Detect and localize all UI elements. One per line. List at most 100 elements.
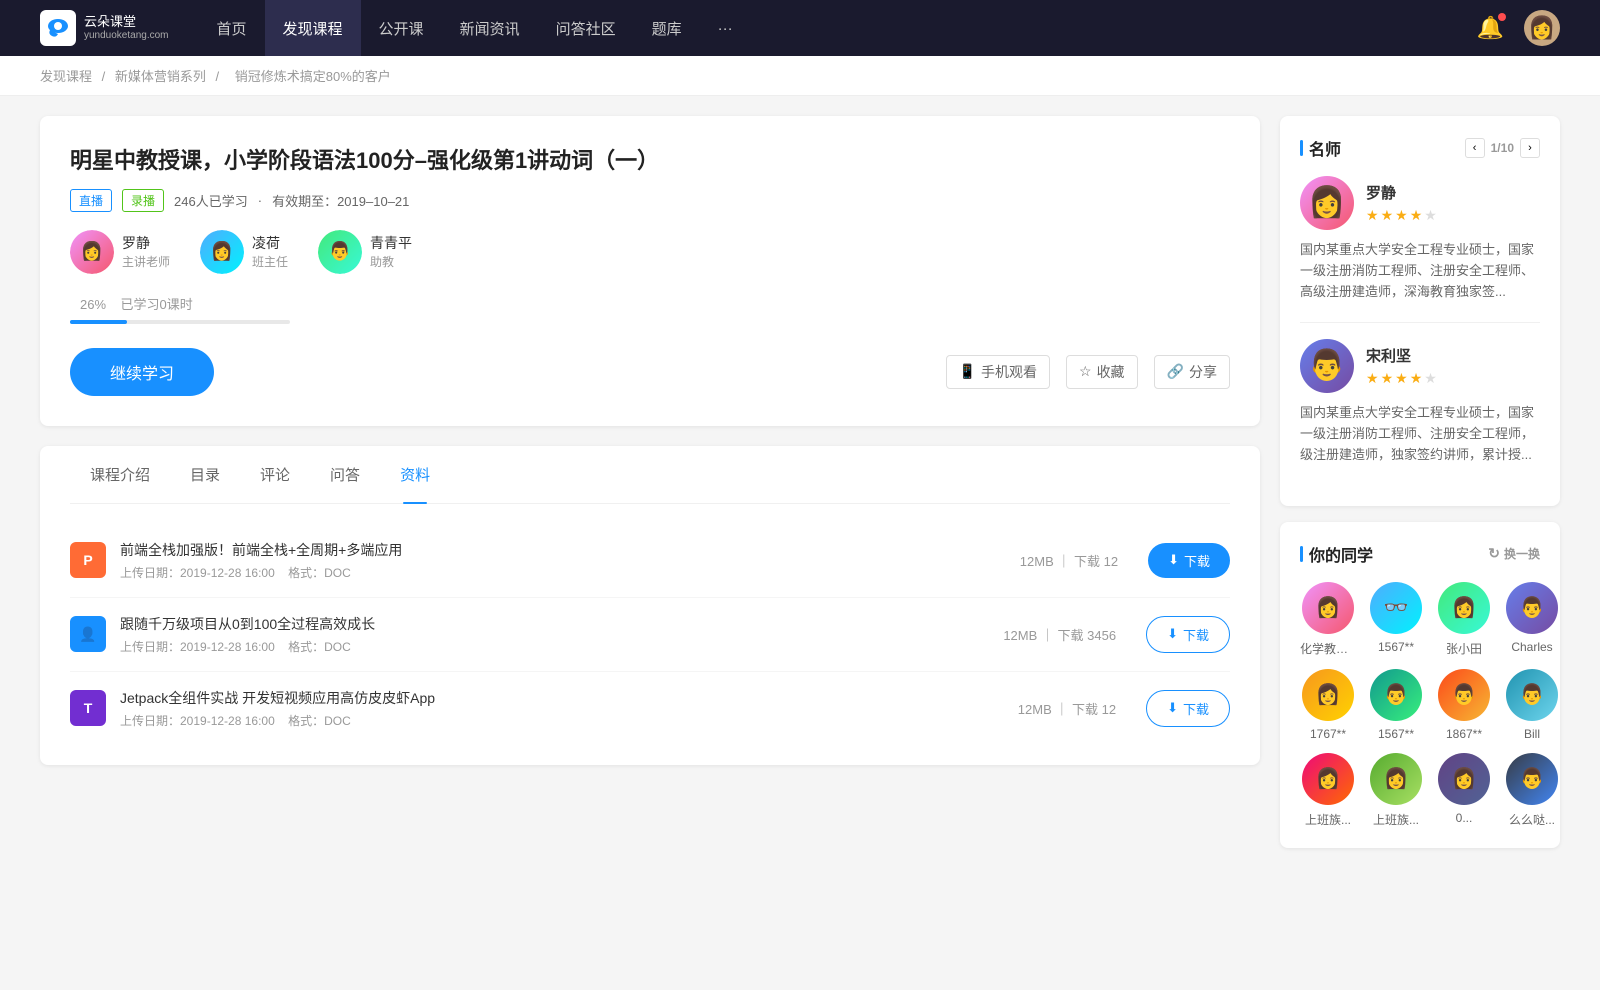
classmate-avatar-8: 👨: [1506, 669, 1558, 721]
teacher-sidebar-2: 👨 宋利坚 ★ ★ ★ ★ ★ 国内某重点大学安全工程专业硕士，国家一级注册消防…: [1300, 339, 1540, 465]
classmate-5: 👩 1767**: [1300, 669, 1356, 741]
teacher-3-name: 青青平: [370, 233, 412, 253]
download-icon-3: ⬇: [1167, 700, 1178, 716]
file-item-3: T Jetpack全组件实战 开发短视频应用高仿皮皮虾App 上传日期：2019…: [70, 672, 1230, 745]
file-icon-3: T: [70, 690, 106, 726]
teacher-3-avatar: 👨: [318, 230, 362, 274]
course-header-card: 明星中教授课，小学阶段语法100分–强化级第1讲动词（一） 直播 录播 246人…: [40, 116, 1260, 426]
file-item-2: 👤 跟随千万级项目从0到100全过程高效成长 上传日期：2019-12-28 1…: [70, 598, 1230, 672]
nav-items: 首页 发现课程 公开课 新闻资讯 问答社区 题库 ···: [199, 0, 1477, 56]
tabs-section: 课程介绍 目录 评论 问答 资料 P 前端全栈加强版！前端全栈+全周期+多端应用…: [40, 446, 1260, 765]
classmate-avatar-2: 👓: [1370, 582, 1422, 634]
classmate-4: 👨 Charles: [1504, 582, 1560, 657]
nav-home[interactable]: 首页: [199, 0, 265, 56]
breadcrumb-discover[interactable]: 发现课程: [40, 69, 92, 84]
classmate-1: 👩 化学教书...: [1300, 582, 1356, 657]
file-info-1: 前端全栈加强版！前端全栈+全周期+多端应用 上传日期：2019-12-28 16…: [120, 540, 990, 581]
nav-more[interactable]: ···: [700, 0, 751, 56]
classmate-avatar-5: 👩: [1302, 669, 1354, 721]
nav-open[interactable]: 公开课: [361, 0, 442, 56]
file-meta-1: 上传日期：2019-12-28 16:00 格式：DOC: [120, 564, 990, 581]
tabs-content: P 前端全栈加强版！前端全栈+全周期+多端应用 上传日期：2019-12-28 …: [70, 504, 1230, 765]
logo-icon: [40, 10, 76, 46]
teacher-2: 👩 凌荷 班主任: [200, 230, 288, 274]
bell-button[interactable]: 🔔: [1477, 15, 1504, 41]
tab-review[interactable]: 评论: [240, 446, 310, 503]
classmate-avatar-7: 👨: [1438, 669, 1490, 721]
classmate-avatar-1: 👩: [1302, 582, 1354, 634]
nav-discover[interactable]: 发现课程: [265, 0, 361, 56]
nav-quiz[interactable]: 题库: [634, 0, 700, 56]
classmate-name-3: 张小田: [1436, 640, 1492, 657]
tab-qa[interactable]: 问答: [310, 446, 380, 503]
progress-label: 26% 已学习0课时: [70, 294, 1230, 314]
badge-record: 录播: [122, 189, 164, 212]
download-button-2[interactable]: ⬇ 下载: [1146, 616, 1230, 653]
classmate-7: 👨 1867**: [1436, 669, 1492, 741]
classmate-avatar-4: 👨: [1506, 582, 1558, 634]
share-button[interactable]: 🔗 分享: [1154, 355, 1230, 389]
classmate-name-11: 0...: [1436, 811, 1492, 825]
logo[interactable]: 云朵课堂 yunduoketang.com: [40, 10, 169, 46]
classmate-name-5: 1767**: [1300, 727, 1356, 741]
classmate-name-12: 么么哒...: [1504, 811, 1560, 828]
download-icon-1: ⬇: [1168, 552, 1179, 568]
nav-news[interactable]: 新闻资讯: [442, 0, 538, 56]
classmate-12: 👨 么么哒...: [1504, 753, 1560, 828]
user-avatar[interactable]: 👩: [1524, 10, 1560, 46]
classmate-name-10: 上班族...: [1368, 811, 1424, 828]
file-item-1: P 前端全栈加强版！前端全栈+全周期+多端应用 上传日期：2019-12-28 …: [70, 524, 1230, 598]
tab-contents[interactable]: 目录: [170, 446, 240, 503]
classmate-name-1: 化学教书...: [1300, 640, 1356, 657]
classmate-10: 👩 上班族...: [1368, 753, 1424, 828]
teacher-sidebar-name-1: 罗静: [1366, 182, 1540, 203]
classmate-name-8: Bill: [1504, 727, 1560, 741]
classmate-2: 👓 1567**: [1368, 582, 1424, 657]
mobile-icon: 📱: [959, 363, 976, 380]
refresh-icon: ↻: [1488, 545, 1500, 562]
teachers-row: 👩 罗静 主讲老师 👩 凌荷 班主任: [70, 230, 1230, 274]
tabs-header: 课程介绍 目录 评论 问答 资料: [70, 446, 1230, 504]
teachers-sidebar-card: 名师 ‹ 1/10 › 👩 罗静: [1280, 116, 1560, 506]
mobile-label: 手机观看: [981, 362, 1037, 382]
file-info-3: Jetpack全组件实战 开发短视频应用高仿皮皮虾App 上传日期：2019-1…: [120, 688, 988, 729]
classmate-3: 👩 张小田: [1436, 582, 1492, 657]
student-count: 246人已学习: [174, 191, 248, 210]
teacher-2-stars: ★ ★ ★ ★ ★: [1366, 370, 1540, 387]
classmate-6: 👨 1567**: [1368, 669, 1424, 741]
classmate-8: 👨 Bill: [1504, 669, 1560, 741]
download-button-3[interactable]: ⬇ 下载: [1146, 690, 1230, 727]
file-stats-2: 12MB ｜ 下载 3456: [1003, 625, 1116, 644]
teacher-3: 👨 青青平 助教: [318, 230, 412, 274]
teacher-1: 👩 罗静 主讲老师: [70, 230, 170, 274]
teacher-1-avatar: 👩: [70, 230, 114, 274]
tab-resources[interactable]: 资料: [380, 446, 450, 503]
classmate-name-7: 1867**: [1436, 727, 1492, 741]
file-meta-2: 上传日期：2019-12-28 16:00 格式：DOC: [120, 638, 973, 655]
file-name-1: 前端全栈加强版！前端全栈+全周期+多端应用: [120, 540, 990, 560]
mobile-view-button[interactable]: 📱 手机观看: [946, 355, 1050, 389]
continue-button[interactable]: 继续学习: [70, 348, 214, 396]
collect-button[interactable]: ☆ 收藏: [1066, 355, 1138, 389]
classmates-refresh-button[interactable]: 换一换: [1504, 545, 1540, 562]
breadcrumb-series[interactable]: 新媒体营销系列: [115, 69, 206, 84]
classmate-avatar-12: 👨: [1506, 753, 1558, 805]
nav-right: 🔔 👩: [1477, 10, 1560, 46]
teachers-prev-button[interactable]: ‹: [1465, 138, 1485, 158]
file-stats-3: 12MB ｜ 下载 12: [1018, 699, 1116, 718]
teachers-next-button[interactable]: ›: [1520, 138, 1540, 158]
course-actions: 继续学习 📱 手机观看 ☆ 收藏 🔗 分享: [70, 348, 1230, 396]
classmate-name-9: 上班族...: [1300, 811, 1356, 828]
progress-fill: [70, 320, 127, 324]
classmates-card: 你的同学 ↻ 换一换 👩 化学教书... 👓 1567** 👩 张小田: [1280, 522, 1560, 848]
tab-intro[interactable]: 课程介绍: [70, 446, 170, 503]
teacher-1-role: 主讲老师: [122, 253, 170, 270]
download-button-1[interactable]: ⬇ 下载: [1148, 543, 1230, 578]
classmate-11: 👩 0...: [1436, 753, 1492, 828]
download-icon-2: ⬇: [1167, 626, 1178, 642]
breadcrumb-current: 销冠修炼术搞定80%的客户: [235, 69, 391, 84]
nav-qa[interactable]: 问答社区: [538, 0, 634, 56]
teacher-1-name: 罗静: [122, 233, 170, 253]
badge-live: 直播: [70, 189, 112, 212]
teacher-1-stars: ★ ★ ★ ★ ★: [1366, 207, 1540, 224]
